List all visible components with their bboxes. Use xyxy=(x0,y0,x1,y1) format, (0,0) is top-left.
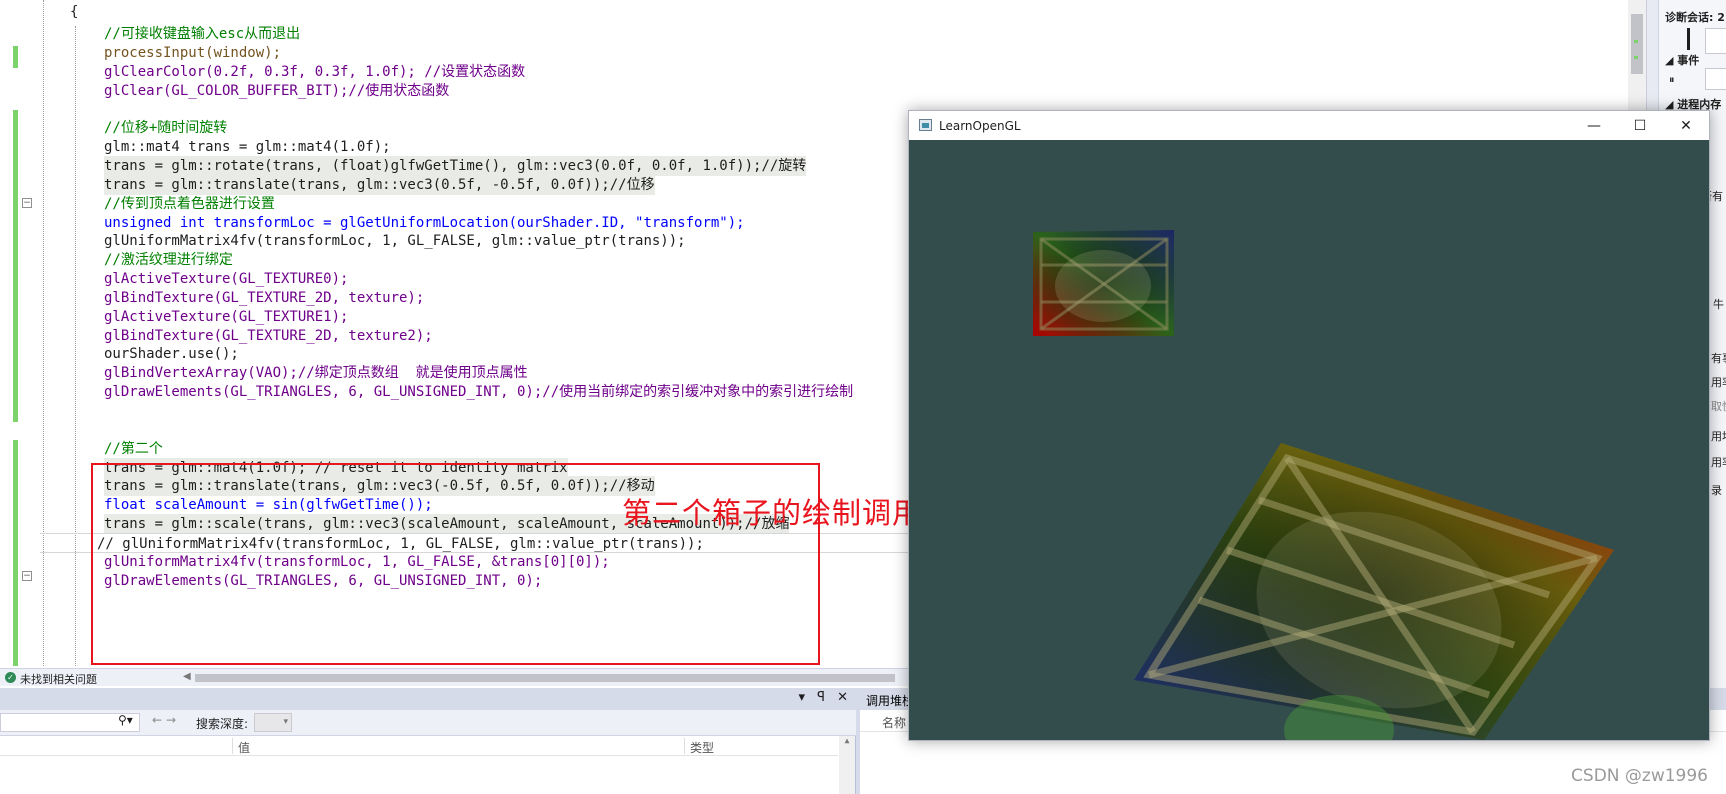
events-graph xyxy=(1705,68,1726,90)
panel-text-fragment: 用率 xyxy=(1711,376,1726,389)
code-line[interactable]: glClearColor(0.2f, 0.3f, 0.3f, 1.0f); //… xyxy=(104,62,525,82)
search-depth-label: 搜索深度: xyxy=(196,717,249,731)
code-line[interactable]: glDrawElements(GL_TRIANGLES, 6, GL_UNSIG… xyxy=(104,382,853,402)
code-line[interactable]: glm::mat4 trans = glm::mat4(1.0f); xyxy=(104,137,391,157)
horizontal-scrollbar-thumb[interactable] xyxy=(195,674,895,682)
code-line[interactable]: trans = glm::translate(trans, glm::vec3(… xyxy=(104,174,655,195)
code-line[interactable]: glBindTexture(GL_TEXTURE_2D, texture2); xyxy=(104,326,433,346)
code-line[interactable]: //第二个 xyxy=(104,439,163,459)
pause-icon[interactable]: ⏸ xyxy=(1669,73,1675,87)
search-nav-arrows[interactable]: ←→ xyxy=(152,713,180,727)
code-line[interactable]: glBindTexture(GL_TEXTURE_2D, texture); xyxy=(104,288,424,308)
locals-titlebar: ▾ ꟼ ✕ xyxy=(0,688,856,710)
editor-status-bar: ✓ 未找到相关问题 ◀ xyxy=(0,668,909,686)
annotation-text: 第二个箱子的绘制调用 xyxy=(622,496,923,530)
change-marker xyxy=(13,440,18,666)
callstack-title[interactable]: 调用堆栈 xyxy=(866,692,914,709)
render-scene xyxy=(909,140,1709,740)
session-graph xyxy=(1705,28,1726,54)
issues-status[interactable]: 未找到相关问题 xyxy=(20,671,97,687)
code-line[interactable]: glActiveTexture(GL_TEXTURE0); xyxy=(104,269,348,289)
window-title: LearnOpenGL xyxy=(939,119,1021,133)
locals-panel: ▾ ꟼ ✕ ⚲▾ ←→ 搜索深度: ▾ 值 类型 ▲ xyxy=(0,688,856,794)
code-line[interactable]: trans = glm::rotate(trans, (float)glfwGe… xyxy=(104,155,807,176)
watermark: CSDN @zw1996 xyxy=(1571,766,1708,786)
code-line[interactable]: //可接收键盘输入esc从而退出 xyxy=(104,24,300,44)
indent-guide xyxy=(43,0,44,666)
code-line[interactable]: processInput(window); xyxy=(104,43,281,63)
close-button[interactable]: ✕ xyxy=(1663,115,1709,137)
check-icon: ✓ xyxy=(5,672,16,683)
change-marker xyxy=(13,110,18,422)
maximize-button[interactable]: ☐ xyxy=(1617,115,1663,137)
indent-guide xyxy=(75,26,76,666)
search-icon[interactable]: ⚲▾ xyxy=(118,713,133,727)
window-titlebar[interactable]: LearnOpenGL — ☐ ✕ xyxy=(909,111,1709,140)
panel-text-fragment: 取快 xyxy=(1711,400,1726,413)
locals-toolbar: ⚲▾ ←→ 搜索深度: ▾ xyxy=(0,710,856,736)
diagnostic-session-label: 诊断会话: 2 xyxy=(1665,11,1725,24)
minimize-button[interactable]: — xyxy=(1571,115,1617,137)
container-box-small xyxy=(1033,230,1174,336)
code-line[interactable]: unsigned int transformLoc = glGetUniform… xyxy=(104,213,745,233)
pin-icon[interactable]: ꟼ xyxy=(817,690,825,705)
search-depth-select[interactable]: ▾ xyxy=(254,713,292,732)
collapse-toggle[interactable]: − xyxy=(22,571,32,581)
change-marker xyxy=(13,46,18,68)
column-value[interactable]: 值 xyxy=(238,739,250,756)
column-divider[interactable] xyxy=(684,738,685,754)
scroll-marker xyxy=(1634,40,1638,43)
collapse-toggle[interactable]: − xyxy=(22,198,32,208)
code-line[interactable]: glClear(GL_COLOR_BUFFER_BIT);//使用状态函数 xyxy=(104,81,449,101)
code-line[interactable]: //传到顶点着色器进行设置 xyxy=(104,194,275,214)
code-line[interactable]: glBindVertexArray(VAO);//绑定顶点数组 就是使用顶点属性 xyxy=(104,363,528,383)
session-timeline-marker xyxy=(1687,28,1690,50)
scroll-left-icon[interactable]: ◀ xyxy=(183,671,191,682)
scroll-marker xyxy=(1634,56,1638,59)
column-divider[interactable] xyxy=(232,738,233,754)
scrollbar-thumb[interactable] xyxy=(1631,14,1643,74)
events-section-label[interactable]: ◢ 事件 xyxy=(1665,52,1699,68)
code-line[interactable]: ourShader.use(); xyxy=(104,344,239,364)
close-icon[interactable]: ✕ xyxy=(837,690,848,705)
locals-scrollbar[interactable]: ▲ xyxy=(839,736,855,794)
code-line[interactable]: glUniformMatrix4fv(transformLoc, 1, GL_F… xyxy=(104,231,686,251)
app-icon xyxy=(919,119,932,131)
panel-text-fragment: 牛 xyxy=(1713,298,1724,311)
code-line[interactable]: //激活纹理进行绑定 xyxy=(104,250,233,270)
opengl-viewport[interactable] xyxy=(909,140,1709,740)
code-line[interactable]: //位移+随时间旋转 xyxy=(104,118,227,138)
panel-title-icons: ▾ ꟼ ✕ xyxy=(790,690,848,705)
locals-column-header: 值 类型 xyxy=(0,736,838,756)
learnopengl-window[interactable]: LearnOpenGL — ☐ ✕ xyxy=(908,110,1710,741)
panel-text-fragment: 用率 xyxy=(1711,456,1726,469)
panel-text-fragment: 有事 xyxy=(1711,352,1726,365)
open-brace: { xyxy=(70,4,79,20)
panel-text-fragment: 录 C xyxy=(1711,484,1726,497)
panel-text-fragment: 用堆 xyxy=(1711,430,1726,443)
dropdown-icon[interactable]: ▾ xyxy=(798,690,805,705)
column-type[interactable]: 类型 xyxy=(690,739,714,756)
column-name[interactable]: 名称 xyxy=(882,714,906,731)
code-line[interactable]: glActiveTexture(GL_TEXTURE1); xyxy=(104,307,348,327)
